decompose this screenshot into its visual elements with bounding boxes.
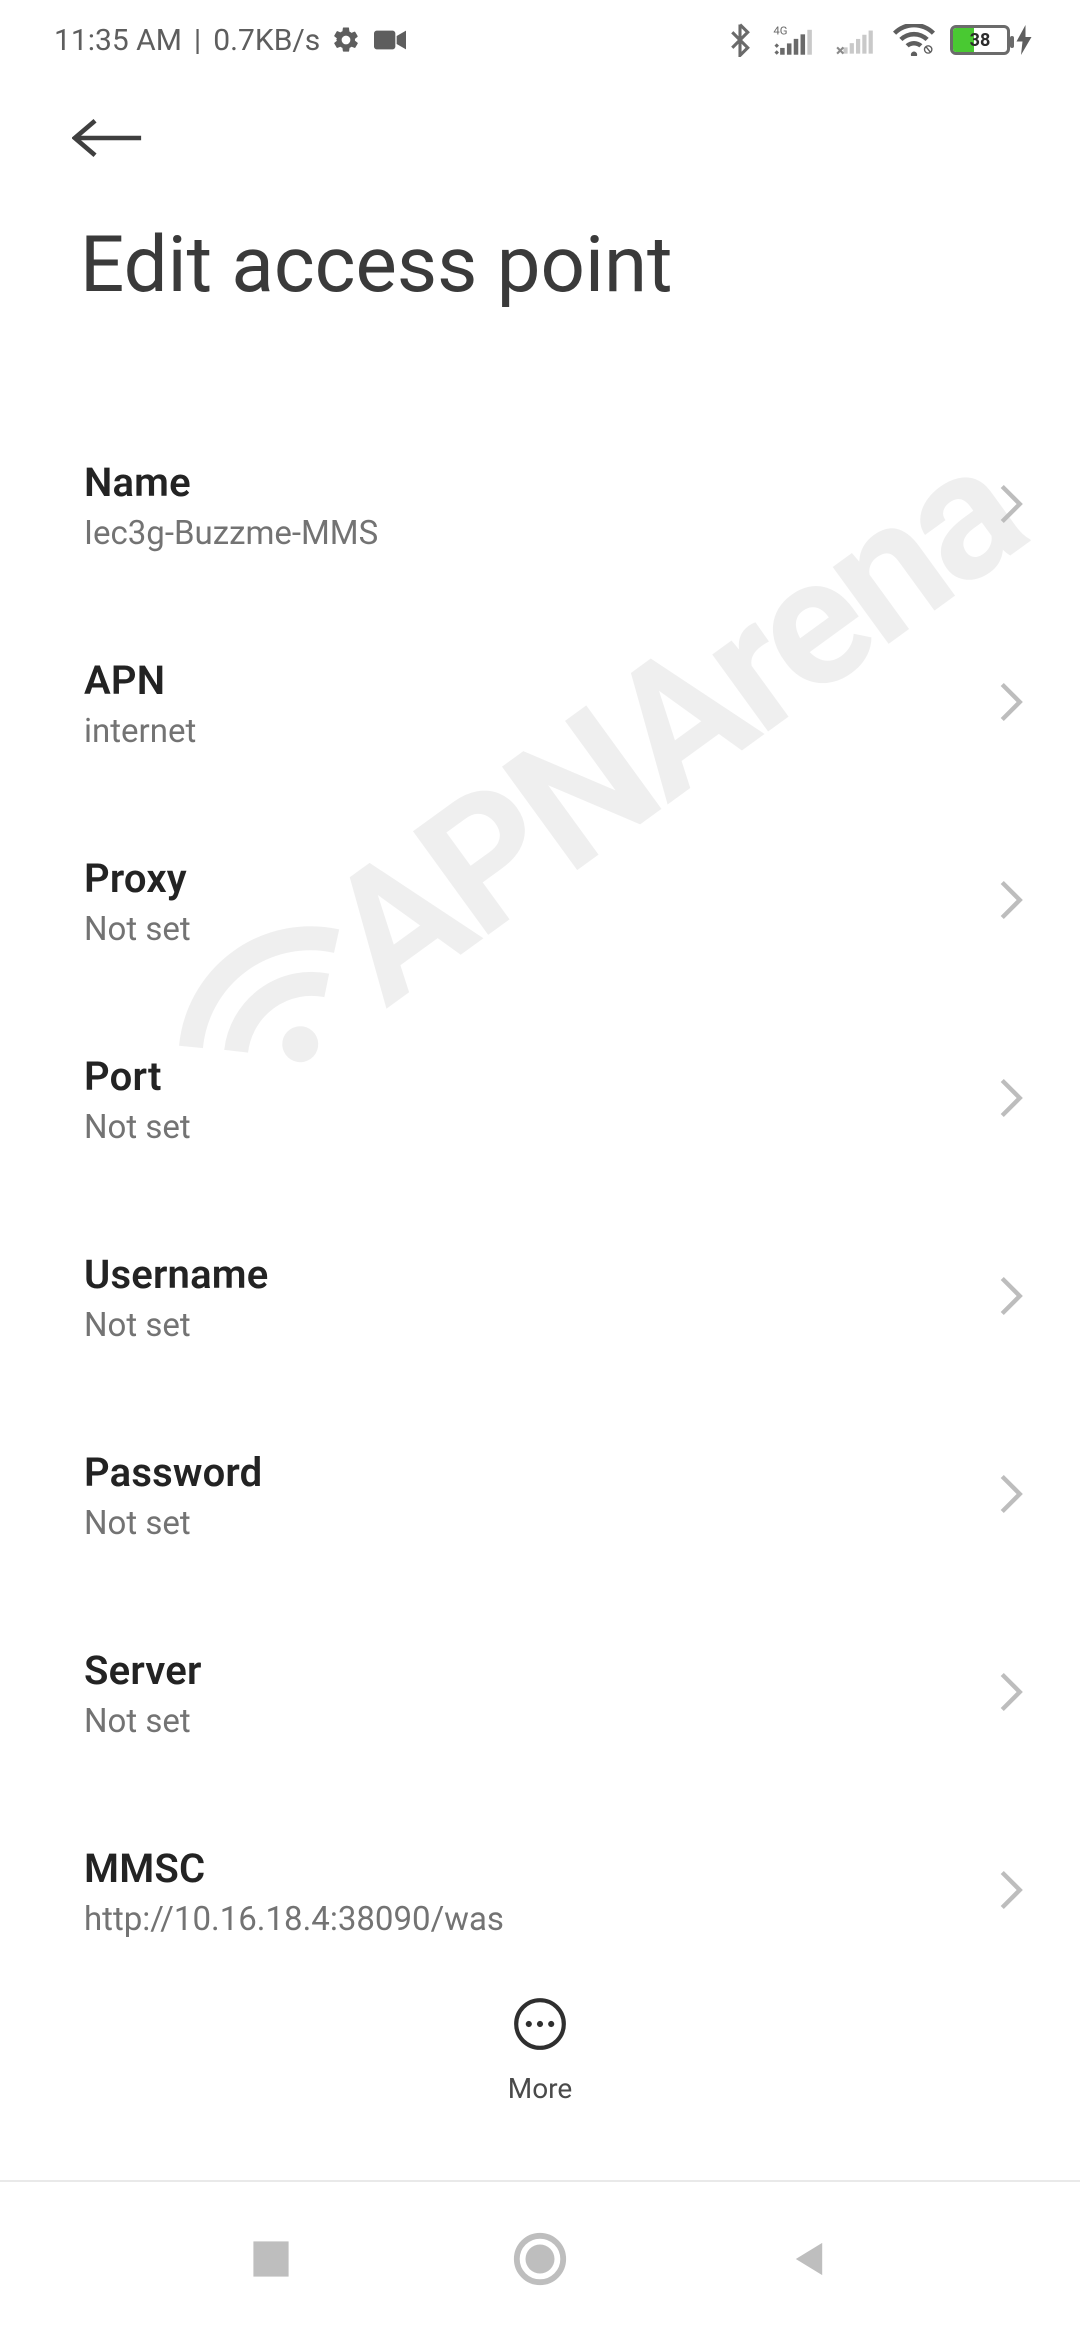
- row-server[interactable]: Server Not set: [0, 1619, 1080, 1769]
- nav-back-button[interactable]: [787, 2237, 831, 2285]
- system-nav-bar: [0, 2180, 1080, 2340]
- battery-icon: 38: [950, 25, 1032, 55]
- row-value: Not set: [84, 910, 191, 949]
- status-time: 11:35 AM: [54, 23, 182, 58]
- row-username[interactable]: Username Not set: [0, 1223, 1080, 1373]
- status-bar: 11:35 AM | 0.7KB/s 4G: [0, 0, 1080, 80]
- chevron-right-icon: [998, 1473, 1024, 1519]
- chevron-right-icon: [998, 1869, 1024, 1915]
- row-label: MMSC: [84, 1845, 504, 1892]
- row-label: Password: [84, 1449, 262, 1496]
- status-separator: |: [194, 23, 201, 58]
- chevron-right-icon: [998, 1275, 1024, 1321]
- row-label: Username: [84, 1251, 268, 1298]
- row-value: Not set: [84, 1306, 268, 1345]
- bluetooth-icon: [722, 22, 758, 58]
- row-proxy[interactable]: Proxy Not set: [0, 827, 1080, 977]
- row-port[interactable]: Port Not set: [0, 1025, 1080, 1175]
- more-button[interactable]: More: [508, 1984, 573, 2134]
- battery-pct: 38: [953, 28, 1007, 52]
- bottom-action-bar: More: [0, 1984, 1080, 2134]
- row-password[interactable]: Password Not set: [0, 1421, 1080, 1571]
- chevron-right-icon: [998, 681, 1024, 727]
- status-left: 11:35 AM | 0.7KB/s: [54, 22, 408, 58]
- row-name[interactable]: Name Iec3g-Buzzme-MMS: [0, 431, 1080, 581]
- page-title: Edit access point: [0, 200, 1080, 311]
- chevron-right-icon: [998, 879, 1024, 925]
- header: [0, 80, 1080, 200]
- nav-recent-button[interactable]: [249, 2237, 293, 2285]
- row-label: Name: [84, 459, 378, 506]
- back-button[interactable]: [72, 112, 144, 168]
- row-mmsc[interactable]: MMSC http://10.16.18.4:38090/was: [0, 1817, 1080, 1967]
- row-value: http://10.16.18.4:38090/was: [84, 1900, 504, 1939]
- status-right: 4G: [722, 22, 1032, 58]
- signal-nosim-icon: [834, 22, 878, 58]
- wifi-icon: [892, 22, 936, 58]
- more-label: More: [508, 2072, 573, 2105]
- row-value: Iec3g-Buzzme-MMS: [84, 514, 378, 553]
- more-icon: [512, 1996, 568, 2056]
- row-value: Not set: [84, 1702, 202, 1741]
- row-apn[interactable]: APN internet: [0, 629, 1080, 779]
- row-value: Not set: [84, 1108, 191, 1147]
- chevron-right-icon: [998, 483, 1024, 529]
- settings-list: Name Iec3g-Buzzme-MMS APN internet Proxy…: [0, 311, 1080, 2151]
- gear-icon: [328, 22, 364, 58]
- row-label: Server: [84, 1647, 202, 1694]
- chevron-right-icon: [998, 1077, 1024, 1123]
- row-label: Port: [84, 1053, 191, 1100]
- status-data-rate: 0.7KB/s: [213, 23, 320, 58]
- row-value: Not set: [84, 1504, 262, 1543]
- row-value: internet: [84, 712, 196, 751]
- signal-4g-icon: 4G: [772, 22, 820, 58]
- charging-icon: [1016, 25, 1032, 55]
- chevron-right-icon: [998, 1671, 1024, 1717]
- svg-text:4G: 4G: [773, 23, 787, 37]
- row-label: APN: [84, 657, 196, 704]
- nav-home-button[interactable]: [511, 2230, 569, 2292]
- camera-icon: [372, 22, 408, 58]
- row-label: Proxy: [84, 855, 191, 902]
